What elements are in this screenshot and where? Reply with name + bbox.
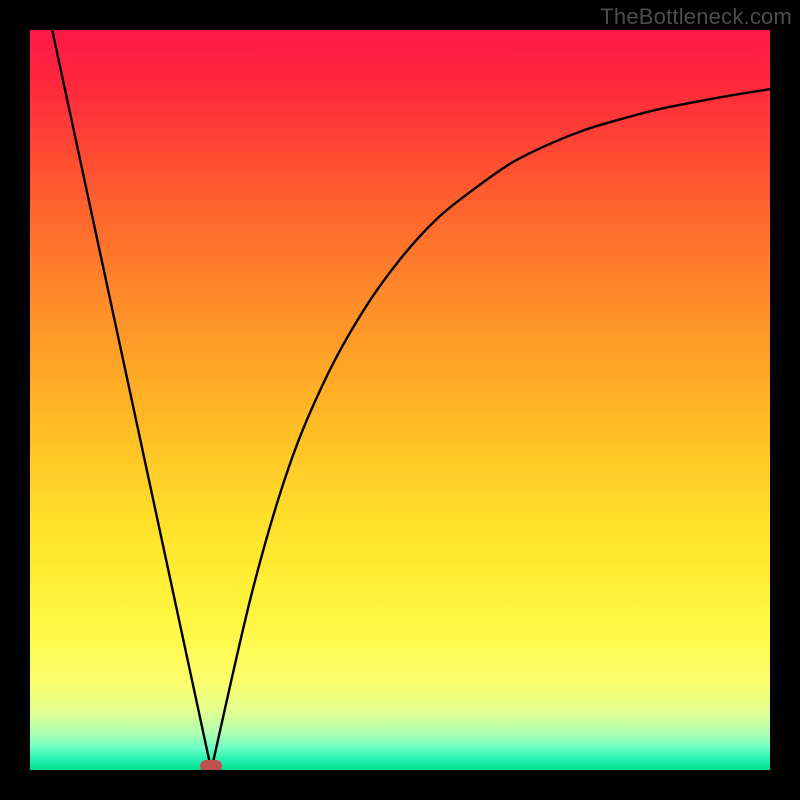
chart-frame: TheBottleneck.com xyxy=(0,0,800,800)
plot-area xyxy=(30,30,770,770)
minimum-marker xyxy=(200,760,222,770)
bottleneck-curve xyxy=(30,30,770,770)
watermark-text: TheBottleneck.com xyxy=(600,4,792,30)
